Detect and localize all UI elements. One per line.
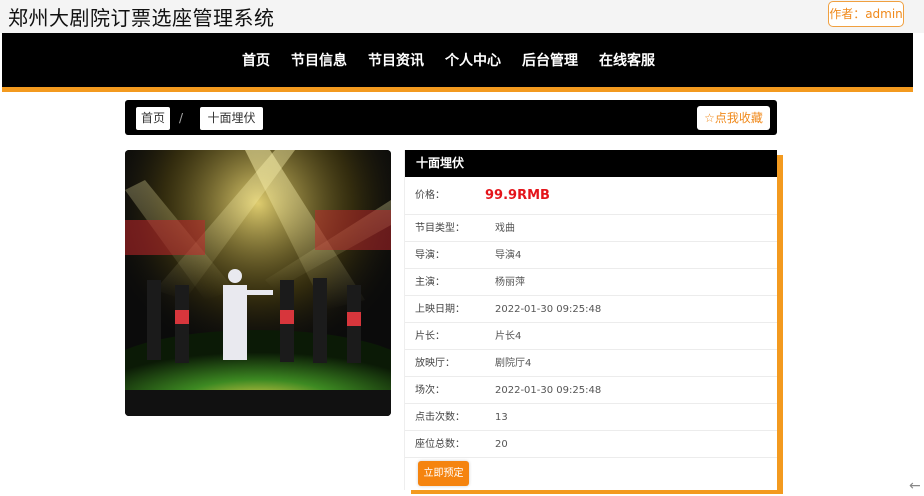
author-button[interactable]: 作者：admin: [828, 1, 904, 27]
field-label: 座位总数：: [415, 439, 465, 450]
breadcrumb-current: 十面埋伏: [200, 107, 263, 130]
program-photo: [125, 150, 391, 416]
nav-accent-strip: [2, 87, 913, 92]
nav-item-support[interactable]: 在线客服: [599, 50, 655, 70]
book-now-button[interactable]: 立即预定: [418, 461, 469, 486]
field-label: 导演：: [415, 250, 445, 261]
field-row-director: 导演： 导演4: [405, 242, 777, 269]
nav-item-profile[interactable]: 个人中心: [445, 50, 501, 70]
price-value: 99.9RMB: [485, 188, 550, 203]
main-nav: 首页 节目信息 节目资讯 个人中心 后台管理 在线客服: [2, 33, 913, 87]
field-row-type: 节目类型： 戏曲: [405, 215, 777, 242]
nav-item-news[interactable]: 节目资讯: [368, 50, 424, 70]
field-row-release-date: 上映日期： 2022-01-30 09:25:48: [405, 296, 777, 323]
field-value: 2022-01-30 09:25:48: [495, 304, 602, 315]
field-value: 杨丽萍: [495, 277, 525, 288]
top-header: 郑州大剧院订票选座管理系统 作者：admin: [0, 0, 924, 33]
price-row: 价格： 99.9RMB: [405, 177, 777, 215]
site-title: 郑州大剧院订票选座管理系统: [8, 6, 275, 30]
field-row-duration: 片长： 片长4: [405, 323, 777, 350]
field-label: 点击次数：: [415, 412, 465, 423]
nav-item-admin[interactable]: 后台管理: [522, 50, 578, 70]
field-label: 放映厅：: [415, 358, 455, 369]
nav-item-programs[interactable]: 节目信息: [291, 50, 347, 70]
price-label: 价格：: [415, 190, 445, 201]
favorite-button[interactable]: ☆点我收藏: [697, 106, 770, 130]
field-value: 戏曲: [495, 223, 515, 234]
detail-title: 十面埋伏: [405, 150, 777, 177]
field-row-star: 主演： 杨丽萍: [405, 269, 777, 296]
field-row-hall: 放映厅： 剧院厅4: [405, 350, 777, 377]
breadcrumb-home[interactable]: 首页: [136, 107, 170, 130]
field-value: 2022-01-30 09:25:48: [495, 385, 602, 396]
field-label: 主演：: [415, 277, 445, 288]
field-value: 片长4: [495, 331, 522, 342]
field-row-clicks: 点击次数： 13: [405, 404, 777, 431]
field-label: 上映日期：: [415, 304, 465, 315]
field-label: 片长：: [415, 331, 445, 342]
field-value: 导演4: [495, 250, 522, 261]
field-label: 节目类型：: [415, 223, 465, 234]
breadcrumb-separator: /: [179, 111, 184, 125]
field-value: 13: [495, 412, 508, 423]
field-value: 20: [495, 439, 508, 450]
field-row-session: 场次： 2022-01-30 09:25:48: [405, 377, 777, 404]
detail-panel: 十面埋伏 价格： 99.9RMB 节目类型： 戏曲 导演： 导演4 主演： 杨丽…: [404, 150, 777, 490]
arrow-left-icon[interactable]: ←: [909, 478, 921, 494]
breadcrumb: 首页 / 十面埋伏 ☆点我收藏: [125, 100, 777, 135]
nav-list: 首页 节目信息 节目资讯 个人中心 后台管理 在线客服: [242, 33, 676, 87]
field-row-seats: 座位总数： 20: [405, 431, 777, 458]
field-value: 剧院厅4: [495, 358, 532, 369]
field-label: 场次：: [415, 385, 445, 396]
nav-item-home[interactable]: 首页: [242, 50, 270, 70]
